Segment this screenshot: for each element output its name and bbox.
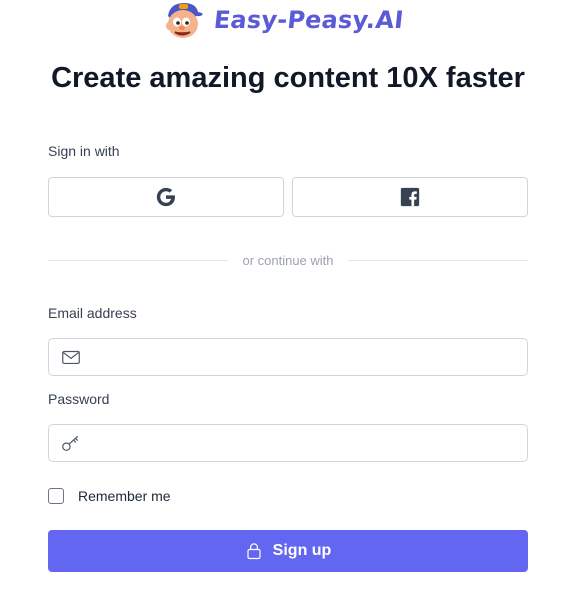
password-label: Password (48, 391, 110, 407)
lock-icon (247, 543, 261, 560)
key-icon (62, 435, 79, 451)
mascot-logo-icon (166, 3, 203, 38)
sign-up-button[interactable]: Sign up (48, 530, 528, 572)
remember-me-checkbox[interactable] (48, 488, 64, 504)
email-label: Email address (48, 305, 137, 321)
password-field-wrapper[interactable] (48, 424, 528, 462)
divider-line (48, 259, 229, 261)
brand-name: Easy-Peasy.AI (212, 6, 405, 34)
google-signin-button[interactable] (48, 177, 284, 217)
divider-text: or continue with (242, 252, 334, 268)
facebook-icon (400, 187, 420, 207)
divider-line (347, 259, 528, 261)
email-field-wrapper[interactable] (48, 338, 528, 376)
email-input[interactable] (82, 339, 527, 375)
signup-page: Easy-Peasy.AI Create amazing content 10X… (0, 0, 562, 598)
facebook-signin-button[interactable] (292, 177, 528, 217)
sign-in-with-label: Sign in with (48, 143, 120, 159)
brand-logo[interactable]: Easy-Peasy.AI (162, 0, 405, 40)
remember-me-label: Remember me (78, 488, 171, 504)
mail-icon (62, 350, 80, 365)
sign-up-label: Sign up (272, 542, 332, 559)
remember-me[interactable]: Remember me (48, 487, 171, 505)
password-input[interactable] (82, 425, 527, 461)
google-icon (156, 187, 175, 207)
or-divider: or continue with (48, 251, 528, 269)
page-title: Create amazing content 10X faster (51, 62, 525, 94)
